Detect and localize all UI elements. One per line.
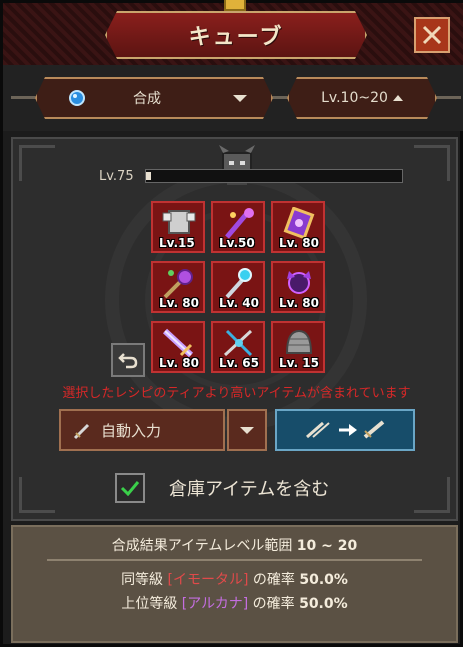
result-range-value: 10 ~ 20 bbox=[296, 538, 358, 554]
slot-level: Lv. 40 bbox=[219, 296, 259, 310]
material-slot[interactable]: Lv.50 bbox=[211, 201, 265, 253]
upper-grade-probability: 上位等級 [アルカナ] の確率 50.0% bbox=[13, 593, 456, 613]
same-grade-prefix: 同等級 bbox=[121, 572, 164, 588]
rope-divider bbox=[435, 96, 461, 99]
checkmark-icon bbox=[120, 481, 140, 496]
material-slot[interactable]: Lv. 80 bbox=[151, 261, 205, 313]
include-storage-checkbox[interactable] bbox=[115, 473, 145, 503]
level-progress-fill bbox=[146, 172, 152, 180]
undo-button[interactable] bbox=[111, 343, 145, 377]
blue-gem-icon bbox=[67, 88, 87, 108]
dark-orb-icon bbox=[287, 271, 311, 294]
ice-wand-icon bbox=[225, 268, 252, 299]
auto-fill-button[interactable]: 自動入力 bbox=[59, 409, 225, 451]
close-x-icon bbox=[422, 25, 442, 45]
filter-row: 合成 Lv.10~20 bbox=[3, 65, 463, 131]
result-info-panel: 合成結果アイテムレベル範囲 10 ~ 20 同等級 [イモータル] の確率 50… bbox=[11, 525, 458, 643]
divider bbox=[47, 559, 422, 561]
chevron-down-icon bbox=[240, 426, 254, 434]
material-slot[interactable]: Lv. 80 bbox=[151, 321, 205, 373]
recipe-type-dropdown[interactable]: 合成 bbox=[35, 77, 273, 119]
slot-level: Lv. 80 bbox=[279, 296, 319, 310]
upper-grade-prefix: 上位等級 bbox=[121, 596, 178, 612]
slot-level: Lv. 80 bbox=[159, 296, 199, 310]
include-storage-label: 倉庫アイテムを含む bbox=[169, 479, 330, 500]
slot-level: Lv. 65 bbox=[219, 356, 259, 370]
sword-icon bbox=[73, 423, 90, 440]
same-grade-value: 50.0% bbox=[299, 572, 348, 588]
material-slot[interactable]: Lv.15 bbox=[151, 201, 205, 253]
rope-divider bbox=[271, 96, 289, 99]
material-slot[interactable]: Lv. 15 bbox=[271, 321, 325, 373]
same-grade-suffix: の確率 bbox=[252, 572, 295, 588]
result-range: 合成結果アイテムレベル範囲 10 ~ 20 bbox=[13, 535, 456, 555]
corner-ornament bbox=[414, 145, 450, 181]
slot-level: Lv. 15 bbox=[279, 356, 319, 370]
required-level-label: Lv.75 bbox=[99, 169, 134, 184]
same-grade-probability: 同等級 [イモータル] の確率 50.0% bbox=[13, 569, 456, 589]
corner-ornament bbox=[414, 477, 450, 513]
magic-scroll-icon bbox=[283, 207, 315, 239]
undo-arrow-icon bbox=[118, 353, 138, 369]
auto-fill-options-button[interactable] bbox=[227, 409, 267, 451]
corner-ornament bbox=[19, 477, 55, 513]
purple-staff-icon bbox=[225, 208, 254, 239]
upper-grade-suffix: の確率 bbox=[252, 596, 295, 612]
window-title: キューブ bbox=[188, 25, 284, 50]
cube-panel: Lv.75 Lv.15 Lv.50 Lv. 80 Lv. 80 Lv. 40 L… bbox=[11, 137, 458, 521]
slot-level: Lv.15 bbox=[159, 236, 195, 250]
slot-level: Lv. 80 bbox=[159, 356, 199, 370]
result-range-label: 合成結果アイテムレベル範囲 bbox=[111, 538, 293, 554]
synthesize-icon bbox=[306, 420, 385, 439]
chevron-up-icon bbox=[393, 95, 403, 101]
purple-mace-icon bbox=[163, 269, 193, 299]
slot-level: Lv.50 bbox=[219, 236, 255, 250]
recipe-type-label: 合成 bbox=[133, 91, 161, 107]
immortal-grade: [イモータル] bbox=[167, 572, 249, 588]
material-slot[interactable]: Lv. 40 bbox=[211, 261, 265, 313]
material-slot[interactable]: Lv. 80 bbox=[271, 201, 325, 253]
rope-divider bbox=[11, 96, 37, 99]
level-range-dropdown[interactable]: Lv.10~20 bbox=[287, 77, 437, 119]
cube-window: キューブ 合成 Lv.10~20 Lv.75 Lv.15 Lv.50 Lv. 8… bbox=[0, 0, 463, 647]
material-slot[interactable]: Lv. 65 bbox=[211, 321, 265, 373]
armor-icon bbox=[162, 210, 196, 234]
auto-fill-label: 自動入力 bbox=[101, 421, 162, 440]
chevron-down-icon bbox=[233, 95, 247, 102]
arcana-grade: [アルカナ] bbox=[181, 596, 249, 612]
level-range-label: Lv.10~20 bbox=[321, 90, 388, 106]
upper-grade-value: 50.0% bbox=[299, 596, 348, 612]
close-button[interactable] bbox=[414, 17, 450, 53]
warning-message: 選択したレシピのティアより高いアイテムが含まれています bbox=[62, 386, 411, 401]
slot-level: Lv. 80 bbox=[279, 236, 319, 250]
title-bar: キューブ bbox=[3, 0, 463, 65]
corner-ornament bbox=[19, 145, 55, 181]
chainmail-helm-icon bbox=[285, 329, 313, 354]
title-banner: キューブ bbox=[105, 11, 367, 59]
synthesize-button[interactable] bbox=[275, 409, 415, 451]
purple-sword-icon bbox=[162, 328, 194, 358]
level-progress-bar bbox=[145, 169, 403, 183]
material-slot[interactable]: Lv. 80 bbox=[271, 261, 325, 313]
gold-ornament-icon bbox=[224, 0, 246, 11]
crossed-spear-icon bbox=[223, 329, 253, 357]
